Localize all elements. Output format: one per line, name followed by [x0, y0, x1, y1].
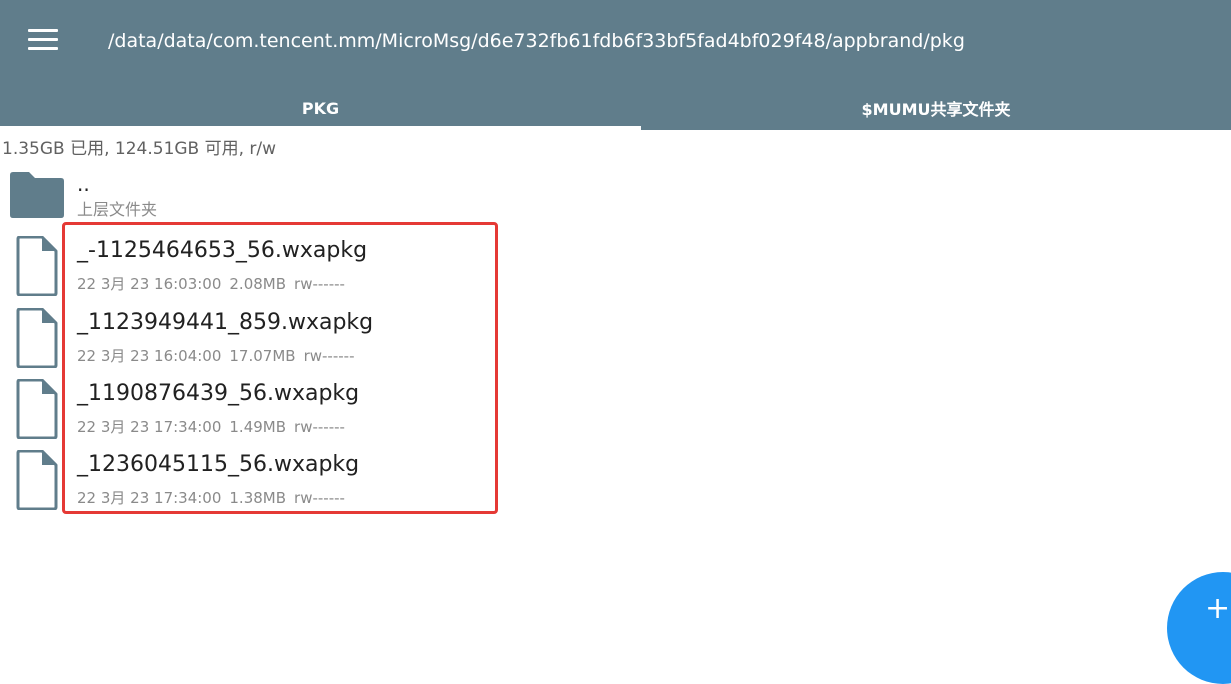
- file-date: 22 3月 23 17:34:00: [77, 489, 222, 507]
- file-perms: rw------: [294, 275, 345, 293]
- file-meta: 22 3月 23 17:34:00 1.49MB rw------: [77, 416, 353, 437]
- file-meta: 22 3月 23 17:34:00 1.38MB rw------: [77, 487, 353, 508]
- file-icon: [16, 307, 58, 372]
- file-date: 22 3月 23 17:34:00: [77, 418, 222, 436]
- file-name: _1190876439_56.wxapkg: [77, 381, 360, 406]
- active-tab-indicator: [0, 126, 641, 130]
- file-row[interactable]: _1236045115_56.wxapkg 22 3月 23 17:34:00 1…: [0, 446, 1231, 512]
- file-size: 1.38MB: [229, 489, 287, 507]
- tab-mumu-label: $MUMU共享文件夹: [861, 100, 1011, 119]
- file-size: 2.08MB: [229, 275, 287, 293]
- file-date: 22 3月 23 16:03:00: [77, 275, 222, 293]
- file-perms: rw------: [294, 489, 345, 507]
- tab-pkg-label: PKG: [301, 98, 340, 118]
- hamburger-menu-icon[interactable]: [28, 29, 58, 51]
- file-name: _-1125464653_56.wxapkg: [77, 238, 368, 263]
- file-meta: 22 3月 23 16:04:00 17.07MB rw------: [77, 345, 363, 366]
- file-icon: [16, 378, 58, 443]
- file-perms: rw------: [303, 347, 355, 365]
- parent-folder-name: ..: [77, 172, 90, 196]
- storage-info: 1.35GB 已用, 124.51GB 可用, r/w: [2, 139, 277, 159]
- file-name: _1123949441_859.wxapkg: [77, 310, 374, 335]
- parent-folder-row[interactable]: .. 上层文件夹: [0, 168, 1231, 234]
- folder-icon: [7, 171, 65, 223]
- file-date: 22 3月 23 16:04:00: [77, 347, 222, 365]
- app-toolbar: /data/data/com.tencent.mm/MicroMsg/d6e73…: [0, 0, 1231, 130]
- file-size: 17.07MB: [229, 347, 296, 365]
- file-perms: rw------: [294, 418, 345, 436]
- file-meta: 22 3月 23 16:03:00 2.08MB rw------: [77, 273, 353, 294]
- file-row[interactable]: _1190876439_56.wxapkg 22 3月 23 17:34:00 1…: [0, 375, 1231, 441]
- tab-pkg[interactable]: PKG: [0, 86, 641, 130]
- tab-mumu-shared-folder[interactable]: $MUMU共享文件夹: [641, 86, 1231, 130]
- file-icon: [16, 235, 58, 300]
- file-row[interactable]: _1123949441_859.wxapkg 22 3月 23 16:04:00…: [0, 304, 1231, 370]
- file-icon: [16, 449, 58, 514]
- parent-folder-subtitle: 上层文件夹: [77, 200, 158, 219]
- file-row[interactable]: _-1125464653_56.wxapkg 22 3月 23 16:03:00…: [0, 232, 1231, 298]
- add-fab-button[interactable]: +: [1167, 572, 1231, 684]
- file-size: 1.49MB: [229, 418, 287, 436]
- plus-icon: +: [1205, 591, 1231, 626]
- file-name: _1236045115_56.wxapkg: [77, 452, 360, 477]
- current-path: /data/data/com.tencent.mm/MicroMsg/d6e73…: [108, 30, 965, 52]
